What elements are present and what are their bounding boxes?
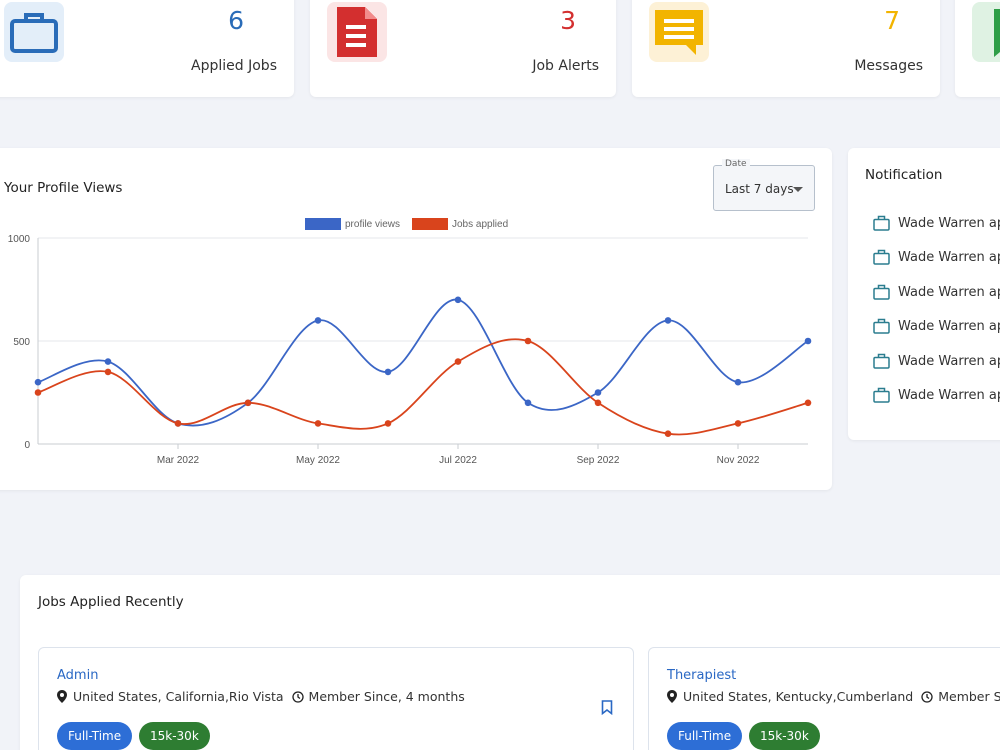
data-point[interactable] bbox=[104, 368, 112, 376]
date-filter-label: Date bbox=[722, 159, 750, 169]
messages-label: Messages bbox=[854, 58, 923, 74]
data-point[interactable] bbox=[454, 358, 462, 365]
message-icon-box bbox=[649, 2, 709, 62]
x-tick-label: Mar 2022 bbox=[157, 455, 200, 466]
clock-icon bbox=[921, 690, 933, 703]
notification-item[interactable]: Wade Warren ap bbox=[873, 385, 1000, 405]
briefcase-icon bbox=[873, 387, 890, 403]
data-point[interactable] bbox=[104, 358, 112, 365]
data-point[interactable] bbox=[594, 389, 602, 396]
bookmark-icon bbox=[994, 9, 1000, 57]
stat-card-applied-jobs[interactable]: 6 Applied Jobs bbox=[0, 0, 294, 97]
notification-text: Wade Warren ap bbox=[898, 249, 1000, 265]
data-point[interactable] bbox=[34, 389, 42, 396]
legend-swatch[interactable] bbox=[305, 218, 341, 230]
job-meta: United States, California,Rio Vista Memb… bbox=[57, 689, 465, 704]
x-tick-label: May 2022 bbox=[296, 455, 340, 466]
y-tick-label: 0 bbox=[24, 440, 30, 451]
series-line-1 bbox=[37, 338, 809, 436]
applied-jobs-count: 6 bbox=[228, 6, 244, 35]
job-card[interactable]: Therapiest United States, Kentucky,Cumbe… bbox=[648, 647, 1000, 750]
notification-text: Wade Warren ap bbox=[898, 284, 1000, 300]
profile-views-chart: 0 500 1000 Mar 2022 May 2022 Jul 2022 Sep 2022… bbox=[8, 218, 812, 466]
document-icon bbox=[337, 7, 377, 57]
data-point[interactable] bbox=[524, 399, 532, 407]
job-type-tag: Full-Time bbox=[57, 722, 133, 750]
briefcase-icon bbox=[10, 13, 58, 53]
location-pin-icon bbox=[667, 690, 677, 703]
chevron-down-icon bbox=[793, 187, 803, 192]
document-icon-box bbox=[327, 2, 387, 62]
data-point[interactable] bbox=[594, 399, 602, 407]
data-point[interactable] bbox=[664, 317, 672, 324]
data-point[interactable] bbox=[804, 399, 812, 407]
job-salary-tag: 15k-30k bbox=[139, 722, 210, 750]
briefcase-icon bbox=[873, 318, 890, 334]
briefcase-icon bbox=[873, 215, 890, 231]
job-type-tag: Full-Time bbox=[667, 722, 743, 750]
job-member-since: Member Sinc bbox=[938, 689, 1000, 704]
data-point[interactable] bbox=[384, 420, 392, 427]
data-point[interactable] bbox=[244, 399, 252, 407]
data-point[interactable] bbox=[664, 430, 672, 437]
data-point[interactable] bbox=[804, 337, 812, 345]
data-point[interactable] bbox=[734, 420, 742, 427]
date-filter-value: Last 7 days bbox=[725, 182, 794, 196]
data-point[interactable] bbox=[454, 296, 462, 304]
stat-card-job-alerts[interactable]: 3 Job Alerts bbox=[310, 0, 616, 97]
notification-item[interactable]: Wade Warren ap bbox=[873, 351, 1000, 371]
notification-text: Wade Warren ap bbox=[898, 318, 1000, 334]
legend-label[interactable]: profile views bbox=[345, 219, 400, 230]
notification-text: Wade Warren ap bbox=[898, 353, 1000, 369]
stat-card-messages[interactable]: 7 Messages bbox=[632, 0, 940, 97]
jobs-applied-title: Jobs Applied Recently bbox=[38, 594, 184, 610]
notification-item[interactable]: Wade Warren ap bbox=[873, 247, 1000, 267]
notification-title: Notification bbox=[865, 167, 943, 183]
briefcase-icon bbox=[873, 353, 890, 369]
x-tick-label: Nov 2022 bbox=[717, 455, 760, 466]
briefcase-icon-box bbox=[4, 2, 64, 62]
date-filter-select[interactable]: Date Last 7 days bbox=[713, 159, 815, 211]
data-point[interactable] bbox=[34, 378, 42, 386]
job-member-since: Member Since, 4 months bbox=[308, 689, 465, 704]
job-title-link[interactable]: Therapiest bbox=[667, 668, 736, 683]
bookmark-icon-box bbox=[972, 2, 1000, 62]
legend-swatch[interactable] bbox=[412, 218, 448, 230]
x-tick-label: Sep 2022 bbox=[577, 455, 620, 466]
profile-views-title: Your Profile Views bbox=[4, 180, 123, 196]
data-point[interactable] bbox=[524, 337, 532, 345]
job-alerts-label: Job Alerts bbox=[532, 58, 599, 74]
data-point[interactable] bbox=[384, 368, 392, 376]
clock-icon bbox=[291, 690, 304, 703]
job-title-link[interactable]: Admin bbox=[57, 668, 98, 683]
location-pin-icon bbox=[57, 690, 67, 703]
job-location: United States, California,Rio Vista bbox=[73, 689, 284, 704]
bookmark-outline-icon[interactable] bbox=[601, 700, 613, 715]
notification-item[interactable]: Wade Warren ap bbox=[873, 316, 1000, 336]
data-point[interactable] bbox=[314, 420, 322, 427]
stat-card-partial[interactable] bbox=[955, 0, 1000, 97]
messages-count: 7 bbox=[884, 6, 900, 35]
y-tick-label: 500 bbox=[13, 337, 30, 348]
briefcase-icon bbox=[873, 249, 890, 265]
x-tick-label: Jul 2022 bbox=[439, 455, 477, 466]
notification-text: Wade Warren ap bbox=[898, 215, 1000, 231]
notification-text: Wade Warren ap bbox=[898, 387, 1000, 403]
message-icon bbox=[655, 10, 703, 55]
job-card[interactable]: Admin United States, California,Rio Vist… bbox=[38, 647, 634, 750]
notification-item[interactable]: Wade Warren ap bbox=[873, 282, 1000, 302]
data-point[interactable] bbox=[174, 420, 182, 427]
applied-jobs-label: Applied Jobs bbox=[191, 58, 277, 74]
legend-label[interactable]: Jobs applied bbox=[452, 219, 508, 230]
job-meta: United States, Kentucky,Cumberland Membe… bbox=[667, 689, 1000, 704]
data-point[interactable] bbox=[314, 317, 322, 324]
briefcase-icon bbox=[873, 284, 890, 300]
job-alerts-count: 3 bbox=[560, 6, 576, 35]
job-salary-tag: 15k-30k bbox=[749, 722, 820, 750]
notification-item[interactable]: Wade Warren ap bbox=[873, 213, 1000, 233]
y-tick-label: 1000 bbox=[8, 234, 31, 245]
data-point[interactable] bbox=[734, 378, 742, 386]
job-location: United States, Kentucky,Cumberland bbox=[683, 689, 914, 704]
